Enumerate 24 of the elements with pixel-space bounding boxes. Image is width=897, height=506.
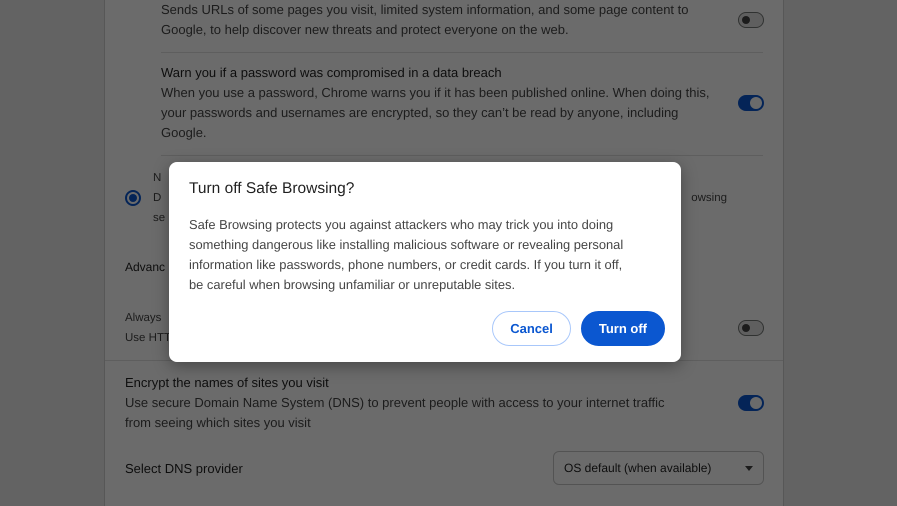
partial-text: Always	[125, 311, 162, 326]
toggle-switch[interactable]	[738, 320, 764, 336]
setting-label: Select DNS provider	[125, 460, 243, 476]
caret-icon	[745, 466, 753, 470]
partial-text: N	[153, 171, 162, 186]
setting-description: When you use a password, Chrome warns you if it has been published online. When doing this, your passwords and usernames are encrypted, so they can’t be read by anyone, including Google.	[161, 84, 710, 142]
turn-off-button[interactable]: Turn off	[580, 311, 665, 346]
partial-text: Use HTT	[125, 331, 171, 346]
dialog-message: Safe Browsing protects you against attackers who may trick you into doing something dangerous like installing malicious software or revealing personal information like passwords, phone numbers, or credit cards. If you turn it off, be careful when browsing unfamiliar or unreputable sites.	[189, 216, 624, 294]
section-heading: Advanc	[125, 260, 166, 274]
toggle-switch[interactable]	[738, 395, 764, 411]
setting-description: Use secure Domain Name System (DNS) to prevent people with access to your internet traffic from seeing which sites you visit	[125, 394, 666, 432]
setting-title: Warn you if a password was compromised in a data breach	[161, 64, 503, 82]
cancel-button[interactable]: Cancel	[492, 311, 571, 346]
setting-title: Encrypt the names of sites you visit	[125, 374, 330, 392]
partial-text: se	[153, 211, 166, 226]
partial-text: owsing	[691, 191, 727, 206]
dropdown[interactable]: OS default (when available)	[553, 451, 764, 485]
toggle-switch[interactable]	[738, 12, 764, 28]
partial-text: D	[153, 191, 162, 206]
setting-description: Sends URLs of some pages you visit, limited system information, and some page content to Google, to help discover new threats and protect everyone on the web.	[161, 1, 690, 39]
dialog-title: Turn off Safe Browsing?	[189, 179, 356, 199]
toggle-switch[interactable]	[738, 95, 764, 111]
radio-button[interactable]	[125, 190, 141, 206]
